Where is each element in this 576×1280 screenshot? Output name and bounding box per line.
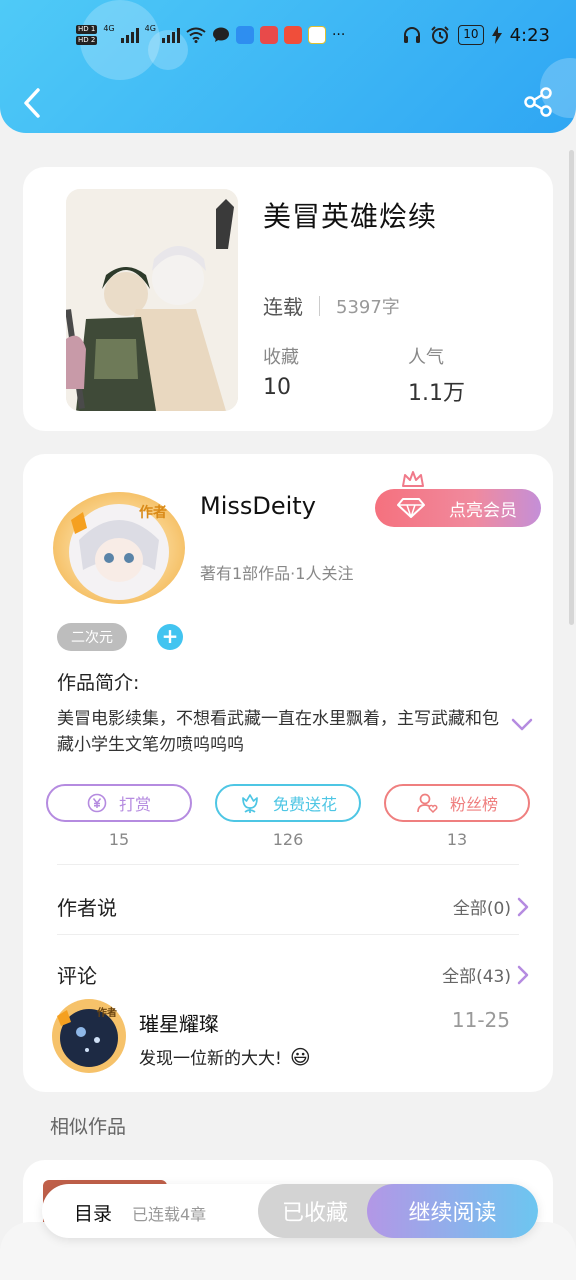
author-says-more-label: 全部(0) (452, 899, 511, 919)
headphones-icon (404, 27, 421, 43)
smile-emoji-icon: 😃 (289, 1044, 311, 1069)
charging-icon (491, 26, 502, 44)
comment-date: 11-25 (451, 1008, 510, 1032)
comments-more-label: 全部(43) (442, 967, 511, 987)
shopping-app-icon (283, 26, 302, 44)
hd-indicator: HD 1 HD 2 (76, 25, 98, 45)
flower-icon (242, 794, 258, 813)
commenter-badge: 作者 (97, 1008, 117, 1019)
scrollbar[interactable] (569, 150, 574, 625)
continue-reading-button[interactable]: 继续阅读 (367, 1184, 538, 1238)
alarm-icon (431, 26, 450, 44)
intro-text: 美冒电影续集，不想看武藏一直在水里飘着，主写武藏和包藏小学生文笔勿喷呜呜呜 (57, 709, 499, 755)
continue-reading-label: 继续阅读 (408, 1201, 497, 1226)
reader-app-icon (259, 26, 278, 44)
fans-ranking-label: 粉丝榜 (449, 795, 498, 814)
word-count: 5397字 (336, 296, 400, 318)
divider (57, 864, 519, 865)
send-flower-button[interactable]: 免费送花 (215, 784, 361, 822)
diamond-icon (397, 498, 425, 518)
book-meta: 连载 5397字 (263, 291, 400, 320)
reward-label: 打赏 (118, 795, 151, 814)
favorites-value: 10 (263, 375, 291, 400)
reward-count: 15 (108, 830, 130, 849)
add-tag-button[interactable]: + (157, 624, 183, 650)
author-stats: 著有1部作品·1人关注 (200, 564, 354, 583)
network-label: 4G (144, 24, 156, 33)
vip-membership-button[interactable]: 点亮会员 (375, 489, 541, 527)
back-arrow-icon (24, 88, 40, 118)
status-bar: HD 1 HD 2 4G 4G ··· 10 4:23 (0, 18, 576, 52)
popularity-label: 人气 (408, 347, 444, 368)
weather-app-icon (235, 26, 254, 44)
comment-text-row: 发现一位新的大大! 😃 (139, 1044, 311, 1070)
genre-tag[interactable]: 二次元 (57, 623, 127, 651)
expand-chevron-icon[interactable] (511, 718, 533, 732)
author-badge: 作者 (139, 505, 167, 521)
flower-count: 126 (272, 830, 304, 849)
comments-title: 评论 (57, 964, 97, 988)
reward-button[interactable]: 打赏 (46, 784, 192, 822)
battery-indicator: 10 (458, 25, 484, 45)
popularity-value: 1.1万 (408, 381, 465, 406)
author-avatar[interactable]: 作者 (51, 490, 187, 606)
yen-icon (87, 793, 107, 813)
cover-illustration (66, 189, 238, 411)
author-says-title: 作者说 (57, 896, 117, 920)
commenter-name[interactable]: 璀星耀璨 (139, 1008, 219, 1037)
chevron-right-icon (517, 897, 529, 916)
share-icon (524, 87, 552, 117)
crown-icon (402, 471, 424, 487)
send-flower-label: 免费送花 (272, 795, 337, 814)
intro-heading: 作品简介: (57, 672, 140, 694)
more-notifications: ··· (331, 27, 346, 43)
favorites-label: 收藏 (263, 347, 299, 368)
wifi-icon (186, 27, 206, 43)
book-cover[interactable] (66, 189, 238, 411)
comment-text: 发现一位新的大大! (139, 1049, 282, 1069)
comments-more[interactable]: 全部(43) (442, 962, 529, 987)
vip-button-label: 点亮会员 (449, 500, 517, 521)
book-title: 美冒英雄烩续 (263, 200, 438, 233)
fans-icon (417, 793, 438, 814)
fans-count: 13 (446, 830, 468, 849)
author-says-more[interactable]: 全部(0) (453, 894, 529, 919)
chat-bubble-icon (212, 27, 229, 42)
commenter-avatar[interactable]: 作者 (51, 998, 127, 1074)
author-name[interactable]: MissDeity (200, 492, 316, 520)
similar-works-heading: 相似作品 (50, 1116, 127, 1138)
divider (57, 934, 519, 935)
serial-status: 连载 (263, 295, 303, 319)
top-header: HD 1 HD 2 4G 4G ··· 10 4:23 (0, 0, 576, 133)
toc-button[interactable]: 目录 (74, 1199, 112, 1226)
chapter-status: 已连载4章 (132, 1205, 207, 1224)
network-label: 4G (103, 24, 115, 33)
favorited-label: 已收藏 (282, 1201, 349, 1226)
author-card: 作者 MissDeity 点亮会员 著有1部作品·1人关注 二次元 + 作品简介… (23, 454, 553, 1092)
signal-icon (120, 27, 139, 43)
meta-divider (319, 295, 320, 316)
clock: 4:23 (509, 24, 550, 46)
bottom-action-bar: 目录 已连载4章 已收藏 继续阅读 (42, 1184, 538, 1238)
back-button[interactable] (18, 86, 48, 120)
signal-icon (161, 27, 180, 43)
yellow-app-icon (307, 26, 326, 44)
share-button[interactable] (522, 86, 554, 118)
chevron-right-icon (517, 965, 529, 984)
fans-ranking-button[interactable]: 粉丝榜 (384, 784, 530, 822)
book-info-card: 美冒英雄烩续 连载 5397字 收藏 10 人气 1.1万 (23, 167, 553, 431)
